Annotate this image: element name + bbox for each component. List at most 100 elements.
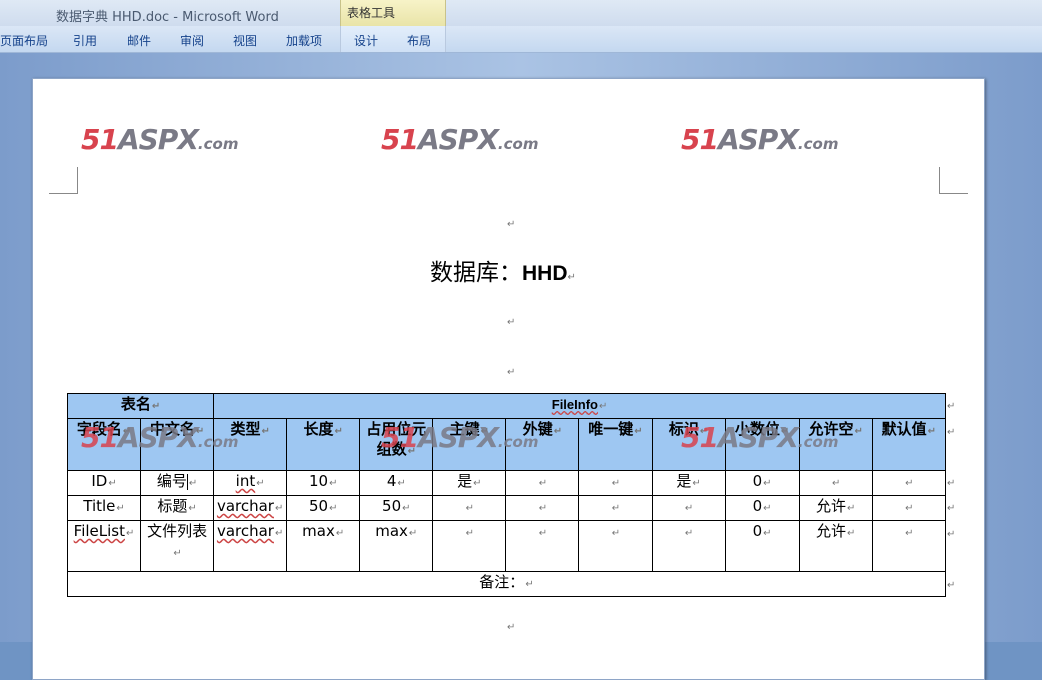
- tab-review[interactable]: 审阅: [180, 32, 204, 49]
- cell-mark: ↵: [407, 446, 416, 457]
- data-cell[interactable]: ↵: [871, 520, 947, 572]
- data-cell[interactable]: int↵: [213, 470, 288, 496]
- cell-mark: ↵: [553, 426, 563, 437]
- tab-mailings[interactable]: 邮件: [127, 32, 151, 49]
- header-cell[interactable]: 中文名↵: [140, 418, 215, 471]
- data-cell[interactable]: ↵: [432, 495, 507, 521]
- data-cell[interactable]: ↵: [871, 495, 947, 521]
- cell-mark: ↵: [116, 503, 125, 514]
- watermark-logo: 51ASPX.com: [81, 123, 238, 156]
- tab-add-ins[interactable]: 加载项: [286, 32, 322, 49]
- note-label: 备注：: [479, 573, 525, 591]
- header-cell[interactable]: 允许空↵: [798, 418, 873, 471]
- table-name-value-cell[interactable]: FileInfo↵: [213, 393, 946, 419]
- cell-text: Title: [83, 497, 116, 515]
- tab-view[interactable]: 视图: [233, 32, 257, 49]
- cell-mark: ↵: [151, 401, 161, 412]
- paragraph-mark: ↵: [507, 219, 516, 230]
- data-cell[interactable]: ↵: [798, 470, 873, 496]
- header-cell[interactable]: 类型↵: [213, 418, 288, 471]
- data-cell[interactable]: 标题↵: [140, 495, 215, 521]
- header-cell[interactable]: 长度↵: [286, 418, 361, 471]
- cell-text: 4: [386, 472, 397, 490]
- cell-mark: ↵: [473, 478, 482, 489]
- data-cell[interactable]: ↵: [578, 495, 653, 521]
- data-cell[interactable]: ID↵: [66, 470, 142, 496]
- table-name-value: FileInfo: [551, 397, 598, 412]
- data-cell[interactable]: ↵: [871, 470, 947, 496]
- data-cell[interactable]: ↵: [651, 495, 726, 521]
- cell-mark: ↵: [763, 478, 772, 489]
- note-row: 备注：↵: [67, 571, 946, 597]
- header-label: 类型: [230, 420, 261, 438]
- cell-mark: ↵: [126, 528, 135, 539]
- header-label: 字段名: [76, 420, 122, 438]
- data-cell[interactable]: ↵: [432, 520, 507, 572]
- tab-table-layout[interactable]: 布局: [407, 32, 431, 49]
- cell-mark: ↵: [763, 528, 772, 539]
- data-cell[interactable]: ↵: [505, 470, 580, 496]
- data-cell[interactable]: 是↵: [432, 470, 507, 496]
- logo-51: 51: [81, 123, 119, 156]
- table-name-label-cell[interactable]: 表名↵: [66, 393, 215, 419]
- data-cell[interactable]: 50↵: [286, 495, 361, 521]
- data-cell[interactable]: varchar↵: [213, 495, 288, 521]
- cell-mark: ↵: [408, 528, 418, 539]
- data-cell[interactable]: ↵: [505, 495, 580, 521]
- cell-mark: ↵: [173, 548, 182, 559]
- document-page[interactable]: 51ASPX.com 51ASPX.com 51ASPX.com ↵ ↵ ↵ ↵…: [32, 78, 985, 680]
- cell-mark: ↵: [274, 528, 284, 539]
- header-cell[interactable]: 小数位↵: [724, 418, 800, 471]
- header-cell[interactable]: 字段名↵: [66, 418, 142, 471]
- data-cell[interactable]: 10↵: [286, 470, 361, 496]
- row-end-mark: ↵: [947, 529, 956, 540]
- logo-aspx: ASPX: [417, 123, 499, 156]
- logo-dom: .com: [797, 135, 839, 153]
- cell-mark: ↵: [256, 478, 265, 489]
- data-cell[interactable]: 0↵: [724, 470, 800, 496]
- window-title: 数据字典 HHD.doc - Microsoft Word: [56, 10, 279, 25]
- data-cell[interactable]: FileList↵: [66, 520, 142, 572]
- header-cell[interactable]: 默认值↵: [871, 418, 947, 471]
- header-cell[interactable]: 唯一键↵: [578, 418, 653, 471]
- watermark-logo: 51ASPX.com: [381, 123, 538, 156]
- data-cell[interactable]: 允许↵: [798, 520, 873, 572]
- data-cell[interactable]: 0↵: [724, 520, 800, 572]
- data-cell[interactable]: ↵: [578, 470, 653, 496]
- cell-text: ID: [91, 472, 108, 490]
- data-cell[interactable]: max↵: [286, 520, 361, 572]
- data-dictionary-table[interactable]: 表名↵ FileInfo↵ 字段名↵ 中文名↵ 类型↵ 长度↵ 占用位元组数↵ …: [66, 393, 947, 597]
- tab-references[interactable]: 引用: [73, 32, 97, 49]
- data-cell[interactable]: max↵: [359, 520, 434, 572]
- heading-label: 数据库：: [430, 260, 522, 286]
- data-cell[interactable]: 是↵: [651, 470, 726, 496]
- data-cell[interactable]: 编号 ↵: [140, 470, 215, 496]
- data-cell[interactable]: Title↵: [66, 495, 142, 521]
- header-cell[interactable]: 标识↵: [651, 418, 726, 471]
- data-cell[interactable]: 50↵: [359, 495, 434, 521]
- data-cell[interactable]: ↵: [505, 520, 580, 572]
- header-label: 长度: [303, 420, 334, 438]
- header-cell[interactable]: 占用位元组数↵: [359, 418, 434, 471]
- data-cell[interactable]: 0↵: [724, 495, 800, 521]
- logo-51: 51: [681, 123, 719, 156]
- data-cell[interactable]: ↵: [578, 520, 653, 572]
- data-cell[interactable]: 4↵: [359, 470, 434, 496]
- logo-aspx: ASPX: [117, 123, 199, 156]
- cell-text: varchar: [216, 522, 274, 540]
- tab-page-layout[interactable]: 页面布局: [0, 32, 48, 49]
- cell-mark: ↵: [611, 503, 621, 514]
- cell-text: int: [235, 472, 256, 490]
- header-cell[interactable]: 主键↵: [432, 418, 507, 471]
- data-cell[interactable]: 文件列表 ↵: [140, 520, 215, 572]
- cell-mark: ↵: [611, 528, 621, 539]
- data-cell[interactable]: 允许↵: [798, 495, 873, 521]
- data-cell[interactable]: ↵: [651, 520, 726, 572]
- cell-mark: ↵: [927, 426, 937, 437]
- header-cell[interactable]: 外键↵: [505, 418, 580, 471]
- tab-design[interactable]: 设计: [354, 32, 378, 49]
- note-cell[interactable]: 备注：↵: [67, 571, 946, 597]
- paragraph-mark: ↵: [507, 367, 516, 378]
- data-cell[interactable]: varchar↵: [213, 520, 288, 572]
- cell-text: varchar: [216, 497, 274, 515]
